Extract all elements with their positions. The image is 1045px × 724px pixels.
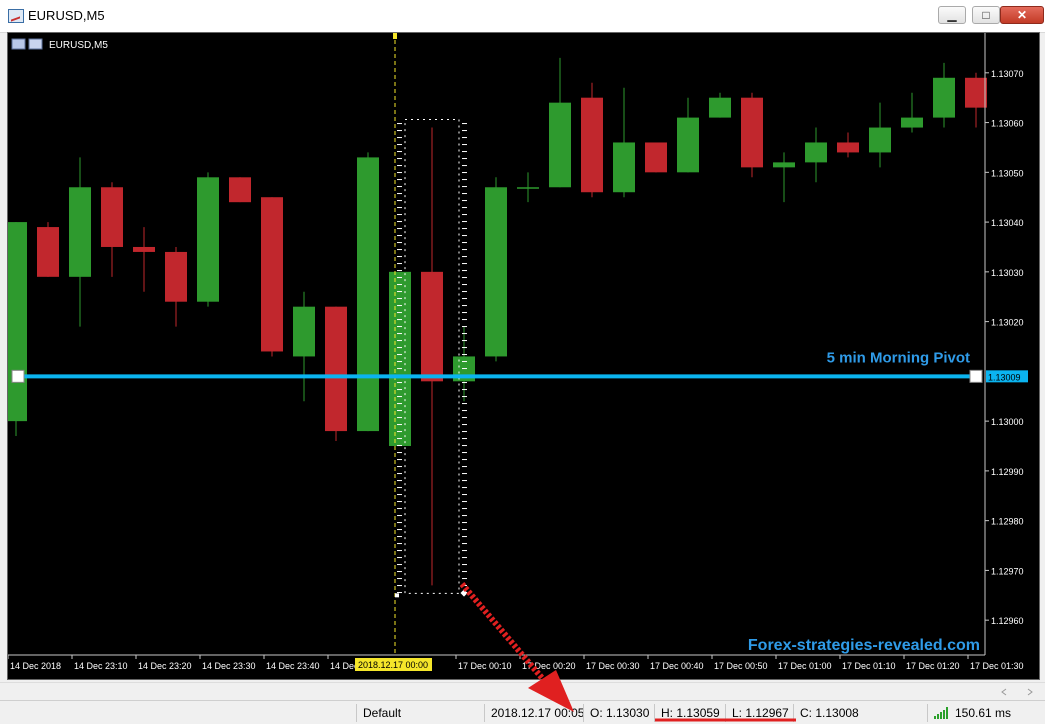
price-tick-label: 1.13040 <box>991 218 1024 228</box>
chart-window-icon <box>8 9 24 23</box>
time-tick-label: 17 Dec 00:30 <box>586 661 640 671</box>
time-tick-label: 17 Dec 01:10 <box>842 661 896 671</box>
candle-bear[interactable] <box>741 97 763 168</box>
minimize-button[interactable]: ▁ <box>938 6 966 24</box>
candle-bear[interactable] <box>325 306 347 432</box>
candle-bull[interactable] <box>197 177 219 302</box>
candle-bull[interactable] <box>549 102 571 188</box>
time-tick-label: 17 Dec 00:40 <box>650 661 704 671</box>
horizontal-scrollbar[interactable] <box>0 682 1045 700</box>
time-tick-label: 17 Dec 00:20 <box>522 661 576 671</box>
candle-bull[interactable] <box>613 142 635 193</box>
chart-area[interactable]: 1.13009 EURUSD,M5 5 min Morning Pivot Fo… <box>7 32 1040 680</box>
candle-bull[interactable] <box>389 271 411 447</box>
symbol-label: EURUSD,M5 <box>49 40 108 51</box>
candle-bear[interactable] <box>581 97 603 193</box>
price-tick-label: 1.13000 <box>991 417 1024 427</box>
price-tick-label: 1.13070 <box>991 69 1024 79</box>
candle-bear[interactable] <box>229 177 251 203</box>
time-tick-label: 14 Dec 2018 <box>10 661 61 671</box>
pivot-handle-left[interactable] <box>11 369 25 383</box>
candle-bear[interactable] <box>837 142 859 153</box>
time-tick-label: 14 Dec 23:30 <box>202 661 256 671</box>
pivot-line-label: 5 min Morning Pivot <box>827 349 970 366</box>
time-tick-label: 17 Dec 00:10 <box>458 661 512 671</box>
selection-anchor[interactable] <box>395 593 399 598</box>
candle-bear[interactable] <box>645 142 667 173</box>
candle-bull[interactable] <box>773 162 795 168</box>
symbol-flag-icon-2 <box>28 38 43 50</box>
candle-bull[interactable] <box>8 222 27 422</box>
candle-bear[interactable] <box>165 251 187 302</box>
selection-anchor[interactable] <box>460 589 468 597</box>
time-tick-label: 14 Dec 23:40 <box>266 661 320 671</box>
candle-bear[interactable] <box>261 197 283 352</box>
candle-bear[interactable] <box>421 271 443 382</box>
watermark-text: Forex-strategies-revealed.com <box>748 637 980 654</box>
candle-bull[interactable] <box>805 142 827 163</box>
candle-bull[interactable] <box>869 127 891 153</box>
pivot-price-label: 1.13009 <box>988 372 1021 382</box>
status-bar: Default 2018.12.17 00:05 O: 1.13030 H: 1… <box>0 700 1045 724</box>
time-tick-label: 14 Dec 23:20 <box>138 661 192 671</box>
candle-bull[interactable] <box>357 157 379 432</box>
time-tick-label: 17 Dec 01:30 <box>970 661 1024 671</box>
price-tick-label: 1.12980 <box>991 517 1024 527</box>
window-titlebar: EURUSD,M5 ▁ □ ✕ <box>0 0 1045 33</box>
candle-bull[interactable] <box>69 187 91 277</box>
price-tick-label: 1.13060 <box>991 119 1024 129</box>
symbol-flag-icon <box>11 38 26 50</box>
price-tick-label: 1.13020 <box>991 318 1024 328</box>
price-tick-label: 1.13030 <box>991 268 1024 278</box>
candle-bull[interactable] <box>933 77 955 118</box>
cursor-time-label: 2018.12.17 00:00 <box>358 660 428 670</box>
window-title: EURUSD,M5 <box>28 8 105 23</box>
price-tick-label: 1.12960 <box>991 616 1024 626</box>
close-button[interactable]: ✕ <box>1000 6 1044 24</box>
candle-bear[interactable] <box>133 246 155 252</box>
time-tick-label: 17 Dec 01:20 <box>906 661 960 671</box>
candle-bear[interactable] <box>101 187 123 247</box>
candle-bear[interactable] <box>37 227 59 277</box>
candle-bull[interactable] <box>517 187 539 189</box>
time-tick-label: 17 Dec 00:50 <box>714 661 768 671</box>
pivot-handle-right[interactable] <box>969 369 983 383</box>
scroll-right-icon[interactable] <box>1027 688 1033 696</box>
candle-bull[interactable] <box>709 97 731 118</box>
time-tick-label: 17 Dec 01:00 <box>778 661 832 671</box>
price-tick-label: 1.12970 <box>991 566 1024 576</box>
candle-bear[interactable] <box>965 77 987 108</box>
candle-bull[interactable] <box>677 117 699 173</box>
candlestick-chart[interactable]: 1.13009 EURUSD,M5 5 min Morning Pivot Fo… <box>8 33 1039 679</box>
candle-bull[interactable] <box>901 117 923 128</box>
price-tick-label: 1.12990 <box>991 467 1024 477</box>
price-tick-label: 1.13050 <box>991 168 1024 178</box>
scroll-left-icon[interactable] <box>1001 688 1007 696</box>
candle-bull[interactable] <box>485 187 507 357</box>
time-tick-label: 14 Dec 23:10 <box>74 661 128 671</box>
crosshair-handle[interactable] <box>393 33 397 39</box>
maximize-button[interactable]: □ <box>972 6 1000 24</box>
candle-bull[interactable] <box>293 306 315 357</box>
